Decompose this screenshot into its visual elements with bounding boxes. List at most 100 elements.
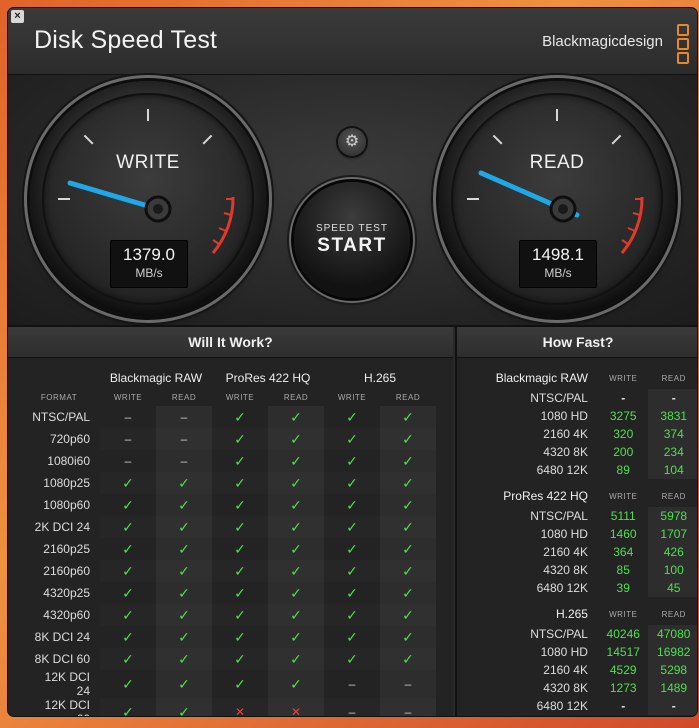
- check-icon: ✓: [122, 606, 134, 623]
- compat-cell: ✓: [156, 648, 212, 670]
- table-row: 8K DCI 24 ✓ ✓ ✓ ✓ ✓ ✓: [28, 626, 436, 648]
- write-fps: 39: [616, 581, 630, 595]
- check-icon: ✓: [290, 474, 302, 491]
- write-gauge: WRITE 1379.0 MB/s: [30, 81, 266, 317]
- how-fast-panel: How Fast? Blackmagic RAW WRITE READ NTSC/PA…: [455, 327, 697, 716]
- compat-cell: ✓: [212, 494, 268, 516]
- table-row: 1080i60 – – ✓ ✓ ✓ ✓: [28, 450, 436, 472]
- write-fps: 85: [616, 563, 630, 577]
- compat-cell: ✓: [212, 582, 268, 604]
- compat-cell: ✓: [380, 494, 436, 516]
- check-icon: ✓: [290, 496, 302, 513]
- compat-cell: ✓: [212, 626, 268, 648]
- compat-cell: ✓: [100, 648, 156, 670]
- compat-cell: –: [324, 670, 380, 698]
- compat-cell: ✓: [156, 626, 212, 648]
- group-header: ProRes 422 HQ: [225, 371, 311, 385]
- read-fps: 16982: [648, 643, 697, 661]
- format-label: 1080p60: [43, 498, 90, 512]
- read-fps: 426: [648, 543, 697, 561]
- check-icon: ✓: [122, 703, 134, 717]
- check-icon: ✓: [234, 518, 246, 535]
- read-header: READ: [661, 491, 686, 501]
- table-row: 2160p60 ✓ ✓ ✓ ✓ ✓ ✓: [28, 560, 436, 582]
- check-icon: ✓: [346, 540, 358, 557]
- table-row: NTSC/PAL 40246 47080: [457, 625, 697, 643]
- dash-icon: –: [180, 410, 188, 424]
- check-icon: ✓: [178, 518, 190, 535]
- format-label: 4320 8K: [543, 445, 588, 459]
- read-fps: 104: [648, 461, 697, 479]
- settings-gear-icon[interactable]: ⚙: [338, 128, 366, 156]
- compat-cell: ✓: [268, 494, 324, 516]
- compat-cell: ✓: [324, 560, 380, 582]
- format-label: 6480 12K: [536, 463, 588, 477]
- compat-cell: ✓: [156, 604, 212, 626]
- format-label: NTSC/PAL: [530, 391, 588, 405]
- table-row: 12K DCI 60 ✓ ✓ ✕ ✕ – –: [28, 698, 436, 716]
- write-fps: 1460: [609, 527, 637, 541]
- format-label: 1080 HD: [540, 409, 588, 423]
- cross-icon: ✕: [290, 705, 302, 716]
- table-row: 6480 12K 39 45: [457, 579, 697, 597]
- compat-cell: –: [156, 406, 212, 428]
- compat-cell: –: [100, 406, 156, 428]
- check-icon: ✓: [234, 496, 246, 513]
- compat-cell: ✓: [324, 648, 380, 670]
- dash-icon: –: [124, 410, 132, 424]
- write-fps: 200: [613, 445, 634, 459]
- table-row: 1080 HD 1460 1707: [457, 525, 697, 543]
- compat-cell: ✓: [156, 494, 212, 516]
- compat-cell: ✓: [268, 538, 324, 560]
- check-icon: ✓: [402, 628, 414, 645]
- compat-cell: ✓: [100, 604, 156, 626]
- check-icon: ✓: [402, 430, 414, 447]
- format-label: 4320 8K: [543, 563, 588, 577]
- dash-icon: –: [404, 705, 412, 716]
- check-icon: ✓: [346, 496, 358, 513]
- app-title: Disk Speed Test: [34, 26, 218, 54]
- table-row: 2160 4K 4529 5298: [457, 661, 697, 679]
- compat-cell: ✓: [212, 670, 268, 698]
- format-label: 1080i60: [47, 454, 90, 468]
- format-label: 6480 12K: [536, 581, 588, 595]
- table-row: 1080 HD 14517 16982: [457, 643, 697, 661]
- table-row: 2160p25 ✓ ✓ ✓ ✓ ✓ ✓: [28, 538, 436, 560]
- check-icon: ✓: [290, 606, 302, 623]
- compat-cell: ✓: [324, 604, 380, 626]
- read-fps: 5978: [648, 507, 697, 525]
- how-fast-table: Blackmagic RAW WRITE READ NTSC/PAL - -1080 HD…: [457, 367, 697, 715]
- dash-icon: –: [124, 432, 132, 446]
- will-it-work-table: Blackmagic RAW ProRes 422 HQ H.265 FORMA…: [28, 368, 436, 716]
- compat-cell: ✓: [324, 450, 380, 472]
- compat-cell: ✓: [380, 648, 436, 670]
- format-label: 2160p60: [43, 564, 90, 578]
- read-header: READ: [171, 392, 197, 402]
- read-fps: -: [648, 697, 697, 715]
- write-gauge-label: WRITE: [116, 152, 180, 173]
- check-icon: ✓: [402, 474, 414, 491]
- check-icon: ✓: [234, 430, 246, 447]
- format-label: 12K DCI 24: [44, 670, 90, 698]
- write-fps: 364: [613, 545, 634, 559]
- table-row: 2160 4K 320 374: [457, 425, 697, 443]
- table-row: 6480 12K 89 104: [457, 461, 697, 479]
- compat-cell: ✓: [156, 472, 212, 494]
- compat-cell: ✓: [380, 472, 436, 494]
- table-row: NTSC/PAL – – ✓ ✓ ✓ ✓: [28, 406, 436, 428]
- format-label: 1080p25: [43, 476, 90, 490]
- check-icon: ✓: [402, 408, 414, 425]
- format-label: 720p60: [49, 432, 90, 446]
- compat-cell: ✓: [268, 648, 324, 670]
- compat-cell: ✓: [380, 582, 436, 604]
- write-header: WRITE: [609, 491, 638, 501]
- close-icon[interactable]: ×: [11, 10, 24, 23]
- format-label: 1080 HD: [540, 645, 588, 659]
- format-label: NTSC/PAL: [530, 509, 588, 523]
- will-it-work-panel: Will It Work? Blackmagic RAW ProRes 422 …: [8, 327, 453, 716]
- start-button[interactable]: SPEED TEST START: [294, 182, 410, 298]
- read-fps: 1489: [648, 679, 697, 697]
- will-it-work-title: Will It Work?: [8, 327, 453, 358]
- compat-cell: ✓: [268, 626, 324, 648]
- compat-cell: ✓: [212, 406, 268, 428]
